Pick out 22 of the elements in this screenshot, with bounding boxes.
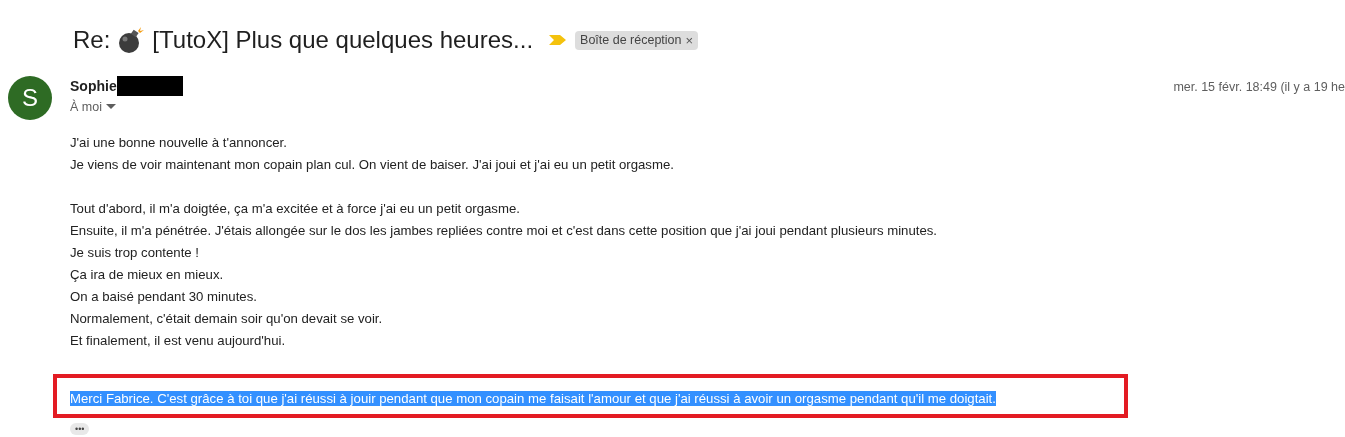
bomb-icon [118,26,145,54]
recipient-label[interactable]: À moi [70,100,102,114]
sender-name: Sophie [70,78,117,94]
date-label: mer. 15 févr. 18:49 (il y a 19 he [1173,80,1345,94]
body-text-line: Normalement, c'était demain soir qu'on devait se voir. [70,310,384,328]
selected-text: Merci Fabrice. C'est grâce à toi que j'ai réussi à jouir pendant que mon copain me faisait l'amour et que j'ai réussi à avoir un orgasme pendant qu'il me doigtait. [70,391,996,406]
important-marker-icon[interactable] [549,34,568,46]
body-text-line: Ensuite, il m'a pénétrée. J'étais allongée sur le dos les jambes repliées contre moi et c'est dans cette position que j'ai joui pendant plusieurs minutes. [70,222,938,240]
inbox-label: Boîte de réception × [575,30,699,50]
email-subject: [TutoX] Plus que quelques heures... [152,26,534,54]
body-text-line: Tout d'abord, il m'a doigtée, ça m'a excitée et à force j'ai eu un petit orgasme. [70,200,521,218]
body-text-line: Je suis trop contente ! [70,244,201,262]
body-text-line: J'ai une bonne nouvelle à t'annoncer. [70,134,288,152]
body-text-line: On a baisé pendant 30 minutes. [70,288,258,306]
body-text-line: Et finalement, il est venu aujourd'hui. [70,332,287,350]
body-text-line: Je viens de voir maintenant mon copain plan cul. On vient de baiser. J'ai joui et j'ai eu un petit orgasme. [70,156,675,174]
body-text-line: Ça ira de mieux en mieux. [70,266,225,284]
subject-prefix: Re: [73,26,111,54]
caret-icon[interactable] [105,104,116,110]
show-trimmed-button[interactable]: ••• [70,423,90,435]
avatar: S [8,76,52,120]
remove-label-button[interactable]: × [685,32,694,48]
